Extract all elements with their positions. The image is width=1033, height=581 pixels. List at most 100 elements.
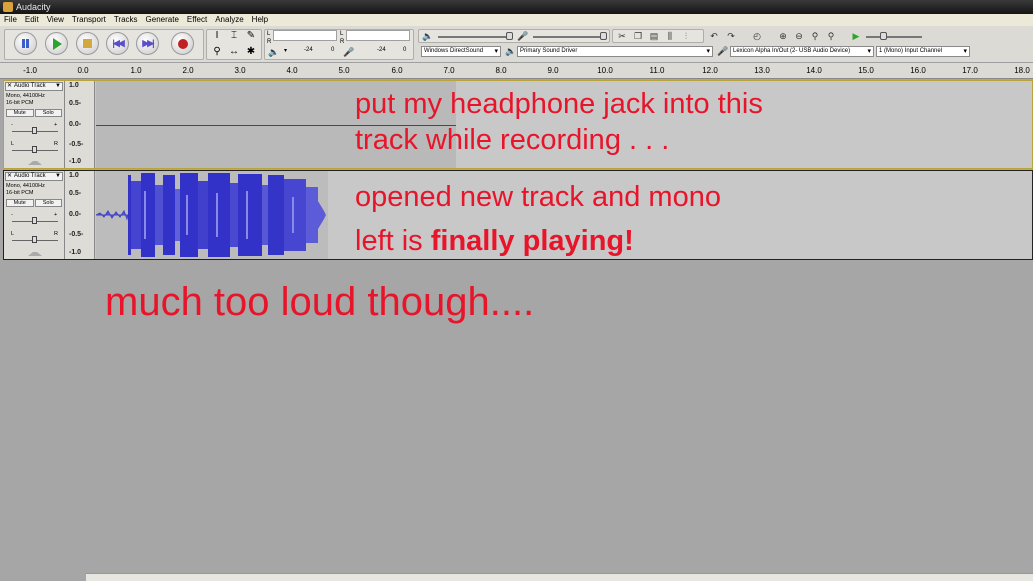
skip-end-icon: ▶▶| [142, 38, 154, 48]
fit-project-icon[interactable]: ⚲ [825, 30, 837, 42]
track-name-button[interactable]: ✕ Audio Track ▼ [5, 172, 63, 181]
ruler-label: 14.0 [806, 66, 822, 75]
pause-button[interactable] [14, 32, 37, 55]
silence-icon[interactable]: ⫶ [680, 30, 692, 42]
ruler-label: 11.0 [649, 66, 665, 75]
ruler-label: 18.0 [1014, 66, 1030, 75]
copy-icon[interactable]: ❐ [632, 30, 644, 42]
record-button[interactable] [171, 32, 194, 55]
menu-file[interactable]: File [0, 14, 21, 26]
vertical-scale[interactable]: 1.0 0.5- 0.0- -0.5- -1.0 [65, 81, 95, 168]
menu-tracks[interactable]: Tracks [110, 14, 142, 26]
pan-knob[interactable] [32, 236, 37, 243]
collapse-track-icon[interactable] [28, 160, 42, 165]
input-channels-select[interactable]: 1 (Mono) Input Channel [876, 46, 970, 57]
cut-icon[interactable]: ✂ [616, 30, 628, 42]
input-device-select[interactable]: Lexicon Alpha In/Out (2- USB Audio Devic… [730, 46, 874, 57]
output-device-select[interactable]: Primary Sound Driver [517, 46, 713, 57]
scale-label: 1.0 [69, 82, 79, 89]
mute-solo-row: Mute Solo [6, 109, 62, 117]
waveform [96, 173, 326, 257]
scale-label: -0.5- [69, 231, 84, 238]
solo-button[interactable]: Solo [34, 199, 62, 207]
collapse-track-icon[interactable] [28, 251, 42, 256]
close-track-icon[interactable]: ✕ [7, 173, 12, 180]
menu-view[interactable]: View [43, 14, 68, 26]
timeline-ruler[interactable]: -1.0 0.0 1.0 2.0 3.0 4.0 5.0 6.0 7.0 8.0… [0, 63, 1033, 79]
track-menu-icon[interactable]: ▼ [55, 83, 61, 90]
fit-selection-icon[interactable]: ⚲ [809, 30, 821, 42]
audio-host-select[interactable]: Windows DirectSound [421, 46, 501, 57]
play-at-speed-icon[interactable]: ▶ [850, 30, 862, 42]
paste-icon[interactable]: ▤ [648, 30, 660, 42]
input-volume-knob[interactable] [600, 32, 607, 40]
mute-button[interactable]: Mute [6, 199, 34, 207]
annotation-2-bold: finally playing! [430, 225, 634, 257]
redo-icon[interactable]: ↷ [725, 30, 737, 42]
gain-minus-label: - [11, 212, 13, 218]
mute-button[interactable]: Mute [6, 109, 34, 117]
draw-tool-icon[interactable]: ✎ [244, 29, 258, 42]
zoom-tool-icon[interactable]: ⚲ [210, 45, 224, 58]
pan-knob[interactable] [32, 146, 37, 153]
menu-transport[interactable]: Transport [68, 14, 110, 26]
annotation-2-line2: left is finally playing! [355, 219, 721, 263]
play-speed-knob[interactable] [880, 32, 887, 40]
track-name: Audio Track [14, 83, 46, 89]
pan-left-label: L [11, 141, 15, 147]
menu-generate[interactable]: Generate [142, 14, 183, 26]
track-menu-icon[interactable]: ▼ [55, 173, 61, 180]
gain-knob[interactable] [32, 127, 37, 134]
trim-icon[interactable]: ⫼ [664, 30, 676, 42]
pan-left-label: L [11, 231, 15, 237]
track-bitdepth: 16-bit PCM [6, 100, 34, 106]
menu-effect[interactable]: Effect [183, 14, 211, 26]
input-volume-slider[interactable] [533, 36, 603, 38]
menu-analyze[interactable]: Analyze [211, 14, 247, 26]
timeshift-tool-icon[interactable]: ↔ [227, 45, 241, 58]
selection-tool-icon[interactable]: I [210, 29, 224, 42]
menu-edit[interactable]: Edit [21, 14, 43, 26]
zoom-in-icon[interactable]: ⊕ [777, 30, 789, 42]
speaker-icon: 🔈 [268, 47, 280, 57]
ruler-label: 15.0 [858, 66, 874, 75]
output-device-icon: 🔈 [505, 46, 517, 56]
pan-right-label: R [54, 141, 58, 147]
output-volume-slider[interactable] [438, 36, 508, 38]
horizontal-scrollbar[interactable] [86, 573, 1033, 581]
zoom-out-icon[interactable]: ⊖ [793, 30, 805, 42]
undo-icon[interactable]: ↶ [708, 30, 720, 42]
meter-tick-3: -24 [377, 47, 386, 53]
close-track-icon[interactable]: ✕ [7, 83, 12, 90]
menu-help[interactable]: Help [248, 14, 272, 26]
skip-end-button[interactable]: ▶▶| [136, 32, 159, 55]
audacity-window: Audacity File Edit View Transport Tracks… [0, 0, 1033, 581]
gain-knob[interactable] [32, 217, 37, 224]
ruler-label: 2.0 [182, 66, 194, 75]
microphone-icon: 🎤 [343, 47, 355, 57]
ruler-label: -1.0 [23, 66, 37, 75]
meter-dropdown-arrow[interactable]: ▾ [284, 47, 287, 54]
multi-tool-icon[interactable]: ✱ [244, 45, 258, 58]
skip-start-button[interactable]: |◀◀ [106, 32, 129, 55]
skip-start-icon: |◀◀ [112, 38, 124, 48]
input-volume-icon: 🎤 [517, 31, 529, 41]
playback-meter[interactable] [273, 30, 337, 41]
track-name-button[interactable]: ✕ Audio Track ▼ [5, 82, 63, 91]
ruler-label: 8.0 [495, 66, 507, 75]
envelope-tool-icon[interactable]: ⌶ [227, 29, 241, 42]
sync-lock-icon[interactable]: ◴ [751, 30, 763, 42]
annotation-1-line2: track while recording . . . [355, 124, 670, 156]
scale-label: -1.0 [69, 158, 82, 165]
play-speed-slider[interactable] [866, 36, 922, 38]
play-button[interactable] [45, 32, 68, 55]
record-meter[interactable] [346, 30, 410, 41]
meter-right-label: R [267, 39, 272, 45]
mute-solo-row: Mute Solo [6, 199, 62, 207]
vertical-scale[interactable]: 1.0 0.5- 0.0- -0.5- -1.0 [65, 171, 95, 259]
output-volume-knob[interactable] [506, 32, 513, 40]
stop-button[interactable] [76, 32, 99, 55]
track-format: Mono, 44100Hz [6, 93, 45, 99]
track-bitdepth: 16-bit PCM [6, 190, 34, 196]
solo-button[interactable]: Solo [34, 109, 62, 117]
